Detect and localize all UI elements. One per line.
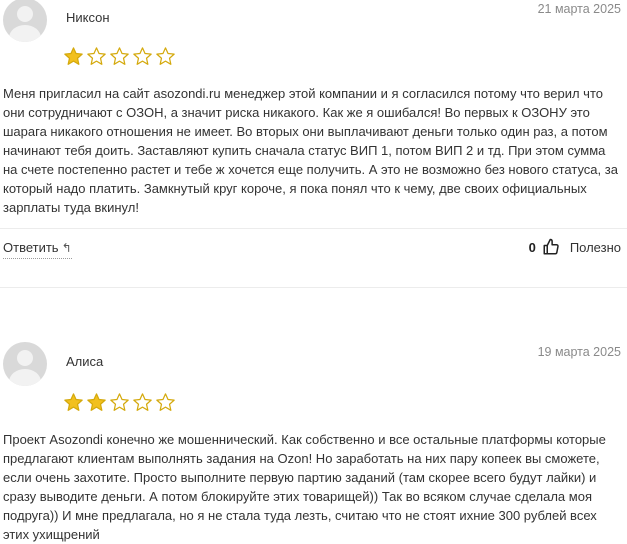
star-empty-icon (156, 393, 175, 411)
reply-arrow-icon: ↰ (61, 241, 72, 255)
review-text: Меня пригласил на сайт asozondi.ru менед… (3, 86, 618, 215)
star-filled-icon (87, 393, 106, 411)
star-empty-icon (110, 47, 129, 65)
star-filled-icon (64, 393, 83, 411)
rating-stars (63, 46, 176, 67)
review-author: Никсон (66, 10, 110, 25)
avatar (3, 0, 47, 42)
reply-label: Ответить (3, 240, 59, 255)
review-text: Проект Asozondi конечно же мошеннический… (3, 432, 606, 542)
divider (0, 228, 627, 229)
useful-button[interactable]: Полезно (570, 240, 621, 255)
avatar-body-shape (9, 25, 41, 42)
star-empty-icon (87, 47, 106, 65)
star-empty-icon (110, 393, 129, 411)
avatar (3, 342, 47, 386)
review-author: Алиса (66, 354, 104, 369)
avatar-head-shape (17, 350, 33, 366)
review-date: 21 марта 2025 (537, 2, 621, 16)
star-empty-icon (156, 47, 175, 65)
thumbs-up-icon[interactable] (542, 238, 560, 256)
star-filled-icon (64, 47, 83, 65)
rating-stars (63, 392, 176, 413)
star-empty-icon (133, 47, 152, 65)
avatar-body-shape (9, 369, 41, 386)
review-date: 19 марта 2025 (537, 345, 621, 359)
reply-button[interactable]: Ответить ↰ (3, 240, 72, 259)
useful-block: 0 Полезно (529, 238, 621, 256)
useful-count: 0 (528, 239, 536, 255)
review-separator (0, 287, 627, 288)
avatar-head-shape (17, 6, 33, 22)
star-empty-icon (133, 393, 152, 411)
